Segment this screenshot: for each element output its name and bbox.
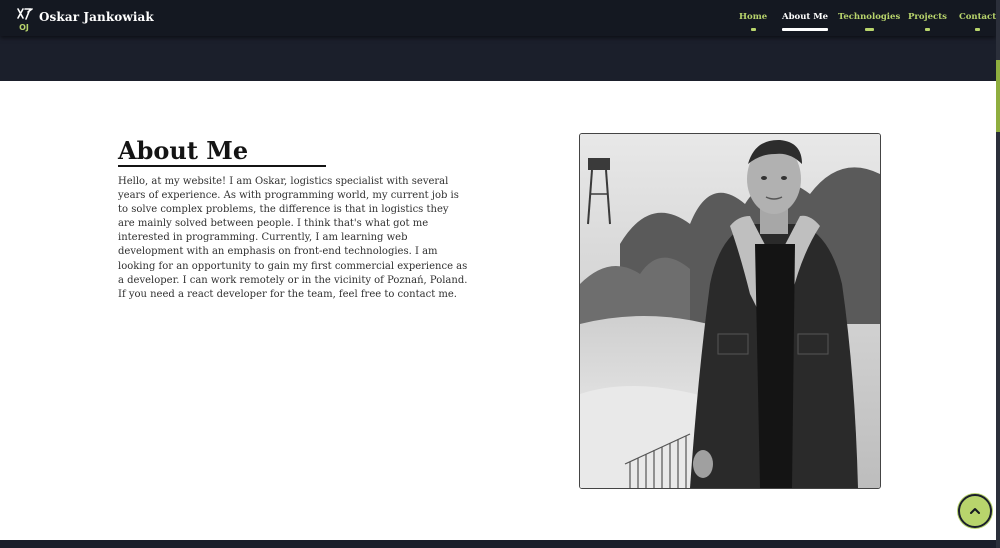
hero-band xyxy=(0,36,996,81)
nav-contact-indicator xyxy=(975,28,981,31)
nav-technologies[interactable]: Technologies xyxy=(838,12,900,31)
nav-about-me-indicator xyxy=(782,28,829,31)
chevron-up-icon xyxy=(970,508,980,514)
nav-about-me[interactable]: About Me xyxy=(782,12,829,31)
oj-monogram-icon[interactable]: OJ xyxy=(14,6,34,32)
navbar: OJ Oskar Jankowiak Home About Me Technol… xyxy=(0,0,996,36)
profile-photo xyxy=(579,133,881,489)
nav-home-indicator xyxy=(750,28,756,31)
nav-home-label: Home xyxy=(739,12,768,22)
logo-initials: OJ xyxy=(19,23,29,32)
page: OJ Oskar Jankowiak Home About Me Technol… xyxy=(0,0,1000,548)
footer-strip xyxy=(0,540,1000,548)
about-section: About Me Hello, at my website! I am Oska… xyxy=(0,81,996,540)
nav-technologies-indicator xyxy=(864,28,874,31)
scrollbar-thumb[interactable] xyxy=(996,60,1000,132)
title-underline xyxy=(118,165,326,167)
nav-projects-label: Projects xyxy=(908,12,947,22)
nav-about-me-label: About Me xyxy=(782,12,829,22)
nav-technologies-label: Technologies xyxy=(838,12,901,22)
scrollbar[interactable] xyxy=(996,0,1000,548)
about-text: Hello, at my website! I am Oskar, logist… xyxy=(118,176,468,300)
nav-home[interactable]: Home xyxy=(739,12,767,31)
brand-name[interactable]: Oskar Jankowiak xyxy=(39,10,154,24)
nav-contact-label: Contact xyxy=(959,12,997,22)
profile-photo-illustration xyxy=(580,134,880,488)
scroll-to-top-button[interactable] xyxy=(958,494,992,528)
nav-projects[interactable]: Projects xyxy=(908,12,947,31)
nav-projects-indicator xyxy=(924,28,930,31)
about-title: About Me xyxy=(118,136,249,165)
nav-contact[interactable]: Contact xyxy=(959,12,996,31)
